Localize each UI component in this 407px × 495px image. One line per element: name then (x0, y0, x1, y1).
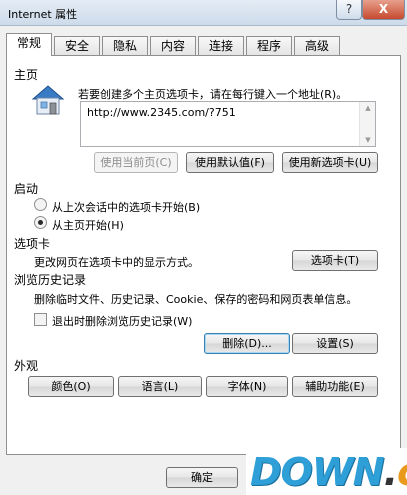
home-url-textarea[interactable]: http://www.2345.com/?751 ▲ ▼ (80, 101, 376, 147)
tab-advanced[interactable]: 高级 (294, 36, 340, 56)
close-button[interactable]: X (362, 0, 405, 20)
fonts-button[interactable]: 字体(N) (206, 376, 288, 397)
use-new-tab-button[interactable]: 使用新选项卡(U) (282, 152, 378, 173)
tabs-settings-button[interactable]: 选项卡(T) (292, 250, 378, 271)
languages-button[interactable]: 语言(L) (118, 376, 202, 397)
startup-divider (48, 187, 378, 188)
home-icon (31, 85, 65, 115)
colors-button[interactable]: 颜色(O) (28, 376, 114, 397)
accessibility-button[interactable]: 辅助功能(E) (292, 376, 378, 397)
tabs-description: 更改网页在选项卡中的显示方式。 (34, 256, 199, 269)
history-section-title: 浏览历史记录 (14, 273, 87, 287)
delete-on-exit-label: 退出时删除浏览历史记录(W) (52, 315, 193, 328)
help-button[interactable]: ? (336, 0, 362, 20)
appearance-section-title: 外观 (14, 359, 39, 373)
startup-home-label: 从主页开始(H) (52, 219, 124, 232)
window-title: Internet 属性 (8, 8, 78, 21)
tab-content[interactable]: 内容 (150, 36, 196, 56)
home-divider (48, 73, 378, 74)
home-section-title: 主页 (14, 68, 39, 82)
tab-security[interactable]: 安全 (54, 36, 100, 56)
scroll-up-icon[interactable]: ▲ (360, 104, 376, 112)
tab-programs[interactable]: 程序 (246, 36, 292, 56)
watermark-cc: cc (397, 450, 407, 494)
tabs-section-title: 选项卡 (14, 237, 51, 251)
startup-home-radio[interactable] (34, 216, 47, 229)
history-divider (100, 278, 378, 279)
scroll-down-icon[interactable]: ▼ (360, 136, 376, 144)
use-default-button[interactable]: 使用默认值(F) (186, 152, 274, 173)
appearance-divider (48, 364, 378, 365)
startup-last-session-label: 从上次会话中的选项卡开始(B) (52, 201, 201, 214)
use-current-button[interactable]: 使用当前页(C) (94, 152, 178, 173)
tab-general[interactable]: 常规 (6, 33, 52, 56)
ok-button[interactable]: 确定 (166, 467, 238, 488)
history-description: 删除临时文件、历史记录、Cookie、保存的密码和网页表单信息。 (34, 293, 358, 306)
startup-last-session-radio[interactable] (34, 198, 47, 211)
watermark-logo: DOWN.cc (246, 448, 407, 495)
watermark-down: DOWN (250, 450, 385, 494)
delete-on-exit-checkbox[interactable] (34, 313, 47, 326)
startup-section-title: 启动 (14, 182, 39, 196)
tabs-divider (62, 242, 378, 243)
history-settings-button[interactable]: 设置(S) (292, 333, 378, 354)
home-description: 若要创建多个主页选项卡，请在每行键入一个地址(R)。 (78, 88, 348, 101)
delete-history-button[interactable]: 删除(D)... (204, 333, 290, 354)
tab-connections[interactable]: 连接 (198, 36, 244, 56)
watermark-dot: . (383, 450, 398, 494)
tab-privacy[interactable]: 隐私 (102, 36, 148, 56)
home-url-scrollbar[interactable]: ▲ ▼ (359, 102, 375, 146)
home-url-value: http://www.2345.com/?751 (87, 106, 236, 119)
